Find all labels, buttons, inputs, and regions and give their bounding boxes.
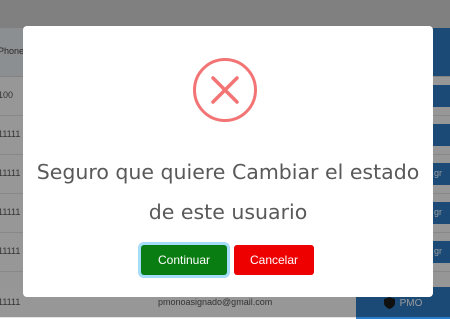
dialog-title: Seguro que quiere Cambiar el estado de e… [36, 160, 420, 224]
cancel-button[interactable]: Cancelar [234, 245, 314, 275]
continue-button[interactable]: Continuar [141, 245, 227, 275]
error-x-icon [193, 58, 257, 122]
confirm-dialog: Seguro que quiere Cambiar el estado de e… [23, 26, 433, 297]
